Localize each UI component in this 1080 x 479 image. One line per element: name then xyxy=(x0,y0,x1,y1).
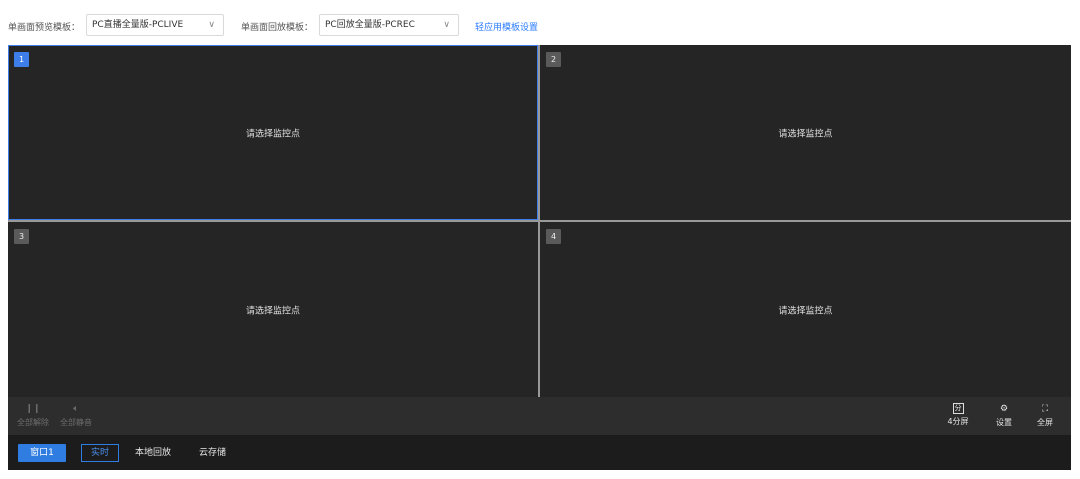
preview-template-value: PC直播全量版-PCLIVE xyxy=(92,20,184,30)
cell-index-badge: 4 xyxy=(546,229,561,244)
chevron-down-icon: ∨ xyxy=(208,20,215,30)
preview-template-label: 单画面预览模板： xyxy=(8,23,81,33)
select-camera-prompt: 请选择监控点 xyxy=(245,306,300,316)
video-cell-1[interactable]: 1 请选择监控点 xyxy=(8,45,538,220)
tab-realtime[interactable]: 实时 xyxy=(81,444,119,462)
split-screen-label: 4分屏 xyxy=(947,417,969,426)
playback-control-bar: ❙❙ 全部解除 🔈︎ 全部静音 分 4分屏 ⚙ 设置 ⛶ 全屏 xyxy=(8,397,1071,435)
window-1-button[interactable]: 窗口1 xyxy=(18,444,66,462)
pause-icon: ❙❙ xyxy=(25,404,41,414)
bottom-tab-bar: 窗口1 实时 本地回放 云存储 xyxy=(8,435,1071,470)
video-grid: 1 请选择监控点 2 请选择监控点 3 请选择监控点 4 请选择监控点 xyxy=(8,45,1071,397)
cell-index-badge: 1 xyxy=(14,52,29,67)
split-screen-icon: 分 xyxy=(952,403,964,414)
apply-template-settings-link[interactable]: 轻应用模板设置 xyxy=(475,20,538,33)
chevron-down-icon: ∨ xyxy=(443,20,450,30)
preview-template-select[interactable]: PC直播全量版-PCLIVE ∨ xyxy=(86,14,224,36)
fullscreen-label: 全屏 xyxy=(1037,418,1053,427)
select-camera-prompt: 请选择监控点 xyxy=(778,129,833,139)
fullscreen-icon: ⛶ xyxy=(1041,404,1049,414)
tab-cloud-storage[interactable]: 云存储 xyxy=(199,444,226,462)
select-camera-prompt: 请选择监控点 xyxy=(245,129,300,139)
gear-icon: ⚙ xyxy=(999,404,1009,414)
video-cell-3[interactable]: 3 请选择监控点 xyxy=(8,222,538,397)
template-toolbar: 单画面预览模板： PC直播全量版-PCLIVE ∨ 单画面回放模板： PC回放全… xyxy=(0,0,1080,46)
tab-local-playback[interactable]: 本地回放 xyxy=(135,444,171,462)
settings-button[interactable]: ⚙ 设置 xyxy=(991,403,1017,428)
video-cell-2[interactable]: 2 请选择监控点 xyxy=(540,45,1071,220)
video-cell-4[interactable]: 4 请选择监控点 xyxy=(540,222,1071,397)
cell-index-badge: 2 xyxy=(546,52,561,67)
speaker-icon: 🔈︎ xyxy=(73,404,79,414)
select-camera-prompt: 请选择监控点 xyxy=(778,306,833,316)
mute-all-button[interactable]: 🔈︎ 全部静音 xyxy=(57,403,95,428)
cell-index-badge: 3 xyxy=(14,229,29,244)
mute-all-label: 全部静音 xyxy=(60,418,92,427)
fullscreen-button[interactable]: ⛶ 全屏 xyxy=(1032,403,1058,428)
split-screen-button[interactable]: 分 4分屏 xyxy=(943,403,973,427)
unmute-all-button[interactable]: ❙❙ 全部解除 xyxy=(14,403,52,428)
playback-template-select[interactable]: PC回放全量版-PCREC ∨ xyxy=(319,14,459,36)
unmute-all-label: 全部解除 xyxy=(17,418,49,427)
playback-template-label: 单画面回放模板： xyxy=(241,23,314,33)
playback-template-value: PC回放全量版-PCREC xyxy=(325,20,415,30)
settings-label: 设置 xyxy=(996,418,1012,427)
